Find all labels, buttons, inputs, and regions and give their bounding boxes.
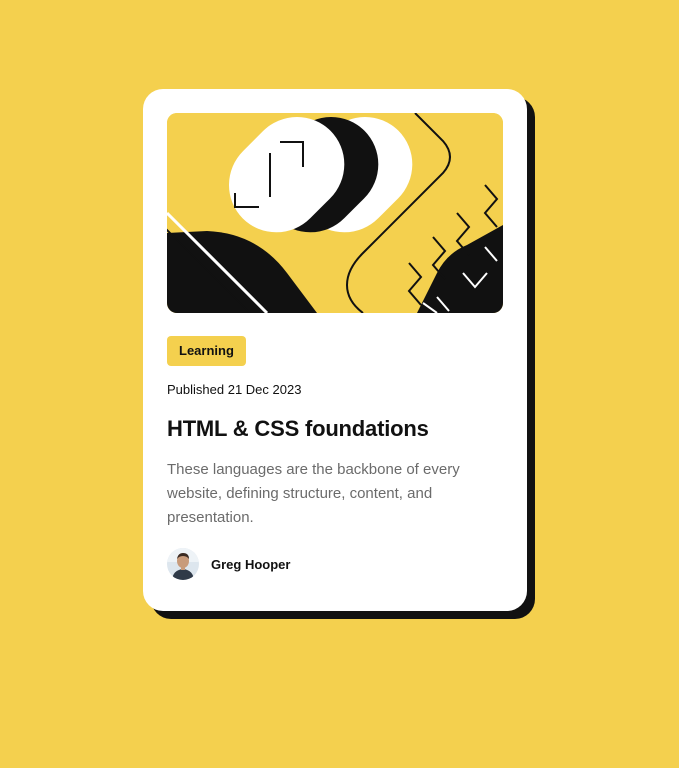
card-description: These languages are the backbone of ever… <box>167 461 460 526</box>
published-date: Published 21 Dec 2023 <box>167 382 302 397</box>
author-name: Greg Hooper <box>211 556 291 572</box>
blog-preview-card: Learning Published 21 Dec 2023 HTML & CS… <box>143 89 527 611</box>
card-illustration <box>167 113 503 313</box>
author-info: Greg Hooper <box>167 548 290 580</box>
category-badge: Learning <box>167 336 246 366</box>
card-title[interactable]: HTML & CSS foundations <box>167 416 503 442</box>
avatar <box>167 548 199 580</box>
